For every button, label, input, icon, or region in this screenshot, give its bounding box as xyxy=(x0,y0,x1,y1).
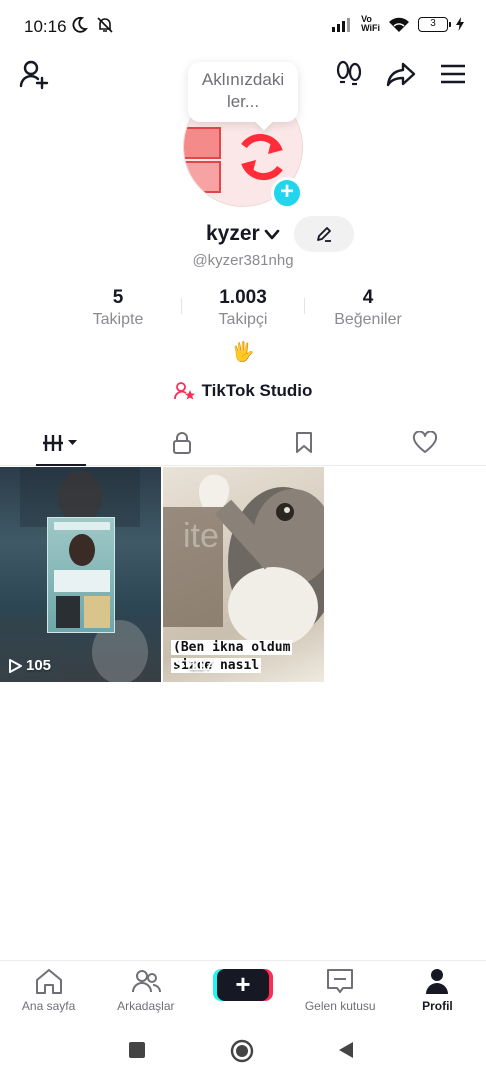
back-triangle-icon xyxy=(339,1042,353,1058)
pencil-icon xyxy=(317,227,331,242)
profile-tabs xyxy=(0,420,486,466)
home-system-button[interactable] xyxy=(229,1038,255,1069)
vowifi-line2: WiFi xyxy=(361,23,380,33)
video-thumbnail[interactable]: 105 xyxy=(0,467,161,682)
moon-icon xyxy=(72,16,88,33)
back-button[interactable] xyxy=(336,1040,356,1065)
video-inner-collage xyxy=(47,517,115,633)
status-note-bubble[interactable]: Aklınızdaki ler... xyxy=(188,62,298,122)
edit-profile-button[interactable] xyxy=(294,216,354,252)
hamburger-menu-icon xyxy=(441,64,465,84)
username-row: kyzer xyxy=(0,216,486,256)
video-thumbnail[interactable]: ite (Ben ikna oldum sizce nasıl 117 xyxy=(163,467,324,682)
user-handle-text: @kyzer381nhg xyxy=(192,252,294,269)
lock-icon xyxy=(173,431,192,454)
share-button[interactable] xyxy=(386,58,416,90)
stat-followers[interactable]: 1.003 Takipçi xyxy=(181,286,305,334)
wifi-icon xyxy=(389,17,409,32)
nav-inbox[interactable]: Gelen kutusu xyxy=(292,961,389,1024)
bookmark-icon xyxy=(295,431,312,453)
battery-indicator: 3 xyxy=(418,16,451,32)
system-navigation-bar xyxy=(0,1024,486,1080)
recents-button[interactable] xyxy=(127,1040,147,1065)
stat-likes[interactable]: 4 Beğeniler xyxy=(306,286,430,334)
tab-liked[interactable] xyxy=(365,420,486,465)
recents-square-icon xyxy=(129,1042,145,1058)
stat-followers-value: 1.003 xyxy=(219,287,267,308)
stat-divider xyxy=(304,298,305,314)
videos-grid-icon xyxy=(42,434,77,451)
nav-home[interactable]: Ana sayfa xyxy=(0,961,97,1024)
nav-inbox-label: Gelen kutusu xyxy=(304,999,376,1013)
add-user-icon xyxy=(19,60,49,90)
svg-text:ite: ite xyxy=(183,517,219,555)
status-left-icons xyxy=(70,16,114,34)
tab-saved[interactable] xyxy=(243,420,365,465)
friends-icon xyxy=(131,970,161,993)
create-plus-icon: + xyxy=(235,969,251,999)
nav-profile-label: Profil xyxy=(422,999,453,1013)
play-count: 105 xyxy=(8,657,51,674)
status-bar: 10:16 Vo WiFi 3 xyxy=(0,0,486,56)
stat-following[interactable]: 5 Takipte xyxy=(56,286,180,334)
user-handle: @kyzer381nhg xyxy=(0,252,486,269)
tiktok-studio-link[interactable]: TikTok Studio xyxy=(0,378,486,404)
profile-icon xyxy=(426,969,449,994)
plus-icon: + xyxy=(279,178,294,205)
nav-home-label: Ana sayfa xyxy=(21,999,76,1013)
nav-friends[interactable]: Arkadaşlar xyxy=(97,961,194,1024)
footprints-icon xyxy=(336,60,362,86)
tiktok-studio-label: TikTok Studio xyxy=(201,381,313,400)
home-circle-icon xyxy=(230,1039,254,1063)
creator-star-icon xyxy=(173,382,195,400)
signal-icon xyxy=(332,18,351,32)
nav-friends-label: Arkadaşlar xyxy=(117,999,175,1013)
add-friend-button[interactable] xyxy=(18,58,52,92)
chevron-down-icon[interactable] xyxy=(264,228,280,242)
nav-create[interactable]: + xyxy=(194,961,291,1024)
play-icon xyxy=(172,658,185,673)
status-note-text-line1: Aklınızdaki xyxy=(201,70,285,89)
bio-text: 🖐 xyxy=(231,342,255,363)
share-icon xyxy=(386,62,416,87)
stat-likes-label: Beğeniler xyxy=(334,311,402,328)
status-time: 10:16 xyxy=(24,17,67,36)
stat-divider xyxy=(181,298,182,314)
stat-followers-label: Takipçi xyxy=(218,311,268,328)
create-button[interactable]: + xyxy=(217,969,269,1001)
video-grid: 105 ite (Ben ikna oldum sizce nasıl 117 xyxy=(0,467,486,682)
stat-likes-value: 4 xyxy=(362,287,374,308)
stat-following-label: Takipte xyxy=(92,311,144,328)
tab-videos[interactable] xyxy=(0,420,122,466)
top-right-actions xyxy=(334,58,468,90)
bottom-navigation: Ana sayfa Arkadaşlar + Gelen kutusu Prof… xyxy=(0,960,486,1024)
vowifi-indicator: Vo WiFi xyxy=(361,15,380,33)
home-icon xyxy=(35,969,62,994)
play-icon xyxy=(9,658,22,673)
collage-image xyxy=(54,522,110,628)
nav-profile[interactable]: Profil xyxy=(389,961,486,1024)
stat-following-value: 5 xyxy=(112,287,124,308)
charging-icon xyxy=(456,17,464,31)
video-caption-line1: (Ben ikna oldum xyxy=(171,640,293,655)
play-count-value: 105 xyxy=(26,657,52,674)
status-right-icons: Vo WiFi 3 xyxy=(331,15,464,33)
bell-muted-icon xyxy=(97,17,113,33)
profile-stats: 5 Takipte 1.003 Takipçi 4 Beğeniler xyxy=(56,286,430,334)
status-note-text-line2: ler... xyxy=(226,92,260,111)
tab-private[interactable] xyxy=(122,420,244,465)
play-count: 117 xyxy=(171,657,213,674)
inbox-icon xyxy=(327,969,354,993)
menu-button[interactable] xyxy=(438,58,468,90)
username[interactable]: kyzer xyxy=(206,222,260,246)
add-story-button[interactable]: + xyxy=(271,177,303,209)
heart-icon xyxy=(413,430,438,453)
footprints-button[interactable] xyxy=(334,58,364,90)
play-count-value: 117 xyxy=(189,657,214,674)
